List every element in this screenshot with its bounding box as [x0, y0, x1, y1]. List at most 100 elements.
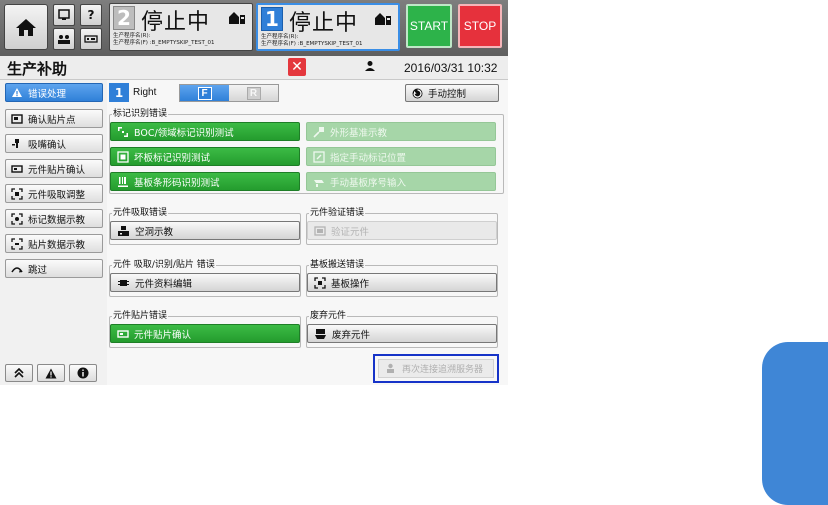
- sidebar-bottom-buttons: [5, 364, 97, 382]
- alarm-button[interactable]: [37, 364, 65, 382]
- component-placement-confirm-button[interactable]: 元件贴片确认: [110, 324, 300, 343]
- verify-component-button: 验证元件: [307, 221, 497, 240]
- page-title: 生产补助: [7, 60, 68, 78]
- component-data-edit-button[interactable]: 元件资料编辑: [110, 273, 300, 292]
- close-icon: ✕: [291, 59, 303, 75]
- button-label: 验证元件: [331, 226, 370, 238]
- info-icon: [77, 367, 89, 379]
- discard-component-button[interactable]: 废弃元件: [307, 324, 497, 343]
- sidebar-item-label: 吸嘴确认: [28, 139, 67, 151]
- home-icon: [16, 19, 36, 36]
- button-label: 外形基准示教: [330, 127, 388, 139]
- manual-control-icon: [412, 88, 423, 98]
- program-front: 生产程序名(F) :B_EMPTYSKIP_TEST_01: [113, 40, 215, 46]
- program-rear: 生产程序名(R):: [113, 33, 151, 39]
- reconnect-highlight: 再次连接追溯服务器: [373, 354, 499, 383]
- group-title: 元件贴片错误: [112, 310, 169, 322]
- front-toggle[interactable]: F: [180, 85, 229, 101]
- button-label: 指定手动标记位置: [330, 152, 407, 164]
- sidebar-item-nozzle-check[interactable]: 吸嘴确认: [5, 134, 103, 153]
- button-label: 基板操作: [331, 278, 370, 290]
- operators-icon: [58, 35, 70, 44]
- shape-reference-teach-button: 外形基准示教: [306, 122, 496, 141]
- reconnect-trace-server-button: 再次连接追溯服务器: [378, 359, 494, 378]
- board-operation-button[interactable]: 基板操作: [307, 273, 497, 292]
- sidebar-item-pickup-adjust[interactable]: 元件吸取调整: [5, 184, 103, 203]
- component-mount-icon: [11, 163, 23, 175]
- sidebar-item-label: 元件吸取调整: [28, 189, 86, 201]
- front-label: F: [197, 86, 212, 100]
- monitor-icon: [58, 9, 70, 20]
- group-title: 元件吸取错误: [112, 207, 169, 219]
- sidebar-item-label: 元件贴片确认: [28, 164, 86, 176]
- lane-status: 停止中: [289, 11, 359, 36]
- operator-button[interactable]: [53, 28, 75, 50]
- board-sensor-icon: [229, 12, 245, 24]
- keyboard-icon: [84, 35, 98, 43]
- info-button[interactable]: [69, 364, 97, 382]
- button-label: 坏板标记识别测试: [134, 152, 211, 164]
- collapse-button[interactable]: [5, 364, 33, 382]
- user-icon: [365, 61, 375, 71]
- skip-icon: [11, 263, 23, 275]
- display-toggle-button[interactable]: [53, 4, 75, 26]
- machine-status-bar: ? 2 停止中 生产程序名(R): 生产程序名(F) :B_EMPTYSKIP_…: [0, 0, 508, 56]
- double-chevron-up-icon: [14, 368, 24, 378]
- sidebar-item-placement-data-teach[interactable]: 贴片数据示教: [5, 234, 103, 253]
- group-title: 元件验证错误: [309, 207, 366, 219]
- barcode-test-button[interactable]: 基板条形码识别测试: [110, 172, 300, 191]
- mode-button[interactable]: [80, 28, 102, 50]
- discard-group: 废弃元件 废弃元件: [306, 310, 498, 348]
- lane-1-status-panel[interactable]: 1 停止中 生产程序名(R): 生产程序名(F) :B_EMPTYSKIP_TE…: [256, 3, 400, 51]
- sidebar-item-placement-point[interactable]: 确认贴片点: [5, 109, 103, 128]
- pickup-error-group: 元件吸取错误 空洞示教: [109, 207, 301, 245]
- lane-2-status-panel[interactable]: 2 停止中 生产程序名(R): 生产程序名(F) :B_EMPTYSKIP_TE…: [109, 3, 253, 51]
- front-rear-toggle: F R: [179, 84, 279, 102]
- placement-error-group: 元件贴片错误 元件贴片确认: [109, 310, 301, 348]
- button-label: 元件贴片确认: [134, 329, 192, 341]
- board-transfer-error-group: 基板搬送错误 基板操作: [306, 259, 498, 297]
- lane-header: 1 Right F R 手动控制: [109, 83, 506, 103]
- manual-control-label: 手动控制: [428, 89, 467, 100]
- sidebar-item-error-handling[interactable]: 错误处理: [5, 83, 103, 102]
- button-label: 废弃元件: [332, 329, 371, 341]
- bad-board-mark-test-button[interactable]: 坏板标记识别测试: [110, 147, 300, 166]
- sidebar-item-label: 错误处理: [28, 88, 67, 100]
- discard-icon: [315, 328, 326, 339]
- sidebar: 错误处理 确认贴片点 吸嘴确认 元件贴片确认 元件吸取调整 标记数据示教 贴片数…: [0, 80, 107, 385]
- start-button[interactable]: START: [406, 4, 452, 48]
- lane-number: 1: [261, 7, 283, 31]
- sidebar-item-skip[interactable]: 跳过: [5, 259, 103, 278]
- button-label: 元件资料编辑: [135, 278, 193, 290]
- verify-error-group: 元件验证错误 验证元件: [306, 207, 498, 245]
- placement-data-icon: [11, 237, 23, 250]
- component-mount-icon: [117, 329, 129, 338]
- stop-button[interactable]: STOP: [458, 4, 502, 48]
- sidebar-item-label: 标记数据示教: [28, 214, 86, 226]
- manual-mark-position-button: 指定手动标记位置: [306, 147, 496, 166]
- close-button[interactable]: ✕: [288, 58, 306, 76]
- manual-control-button[interactable]: 手动控制: [405, 84, 499, 102]
- datetime: 2016/03/31 10:32: [404, 61, 498, 75]
- barcode-icon: [118, 176, 128, 187]
- help-button[interactable]: ?: [80, 4, 102, 26]
- lane-number-badge: 1: [109, 83, 129, 102]
- pick-recog-place-error-group: 元件 吸取/识别/贴片 错误 元件资料编辑: [109, 259, 301, 297]
- shape-reference-icon: [313, 126, 324, 138]
- sidebar-item-component-mount[interactable]: 元件贴片确认: [5, 159, 103, 178]
- lane-status: 停止中: [141, 10, 211, 35]
- void-teach-button[interactable]: 空洞示教: [110, 221, 300, 240]
- mark-recognition-error-group: 标记识别错误 BOC/领域标记识别测试 外形基准示教 坏板标记识别测试 指定手动…: [109, 108, 504, 194]
- home-button[interactable]: [4, 4, 48, 50]
- help-icon: ?: [87, 8, 95, 22]
- rear-toggle[interactable]: R: [229, 85, 278, 101]
- manual-board-icon: [314, 179, 324, 187]
- group-title: 元件 吸取/识别/贴片 错误: [112, 259, 216, 271]
- title-bar: 生产补助 ✕ 2016/03/31 10:32: [0, 56, 508, 80]
- boc-mark-test-button[interactable]: BOC/领域标记识别测试: [110, 122, 300, 141]
- group-title: 标记识别错误: [112, 108, 169, 120]
- side-panel-tab[interactable]: [762, 342, 828, 505]
- sidebar-item-mark-data-teach[interactable]: 标记数据示教: [5, 209, 103, 228]
- component-data-icon: [118, 279, 129, 286]
- sidebar-item-label: 跳过: [28, 264, 48, 276]
